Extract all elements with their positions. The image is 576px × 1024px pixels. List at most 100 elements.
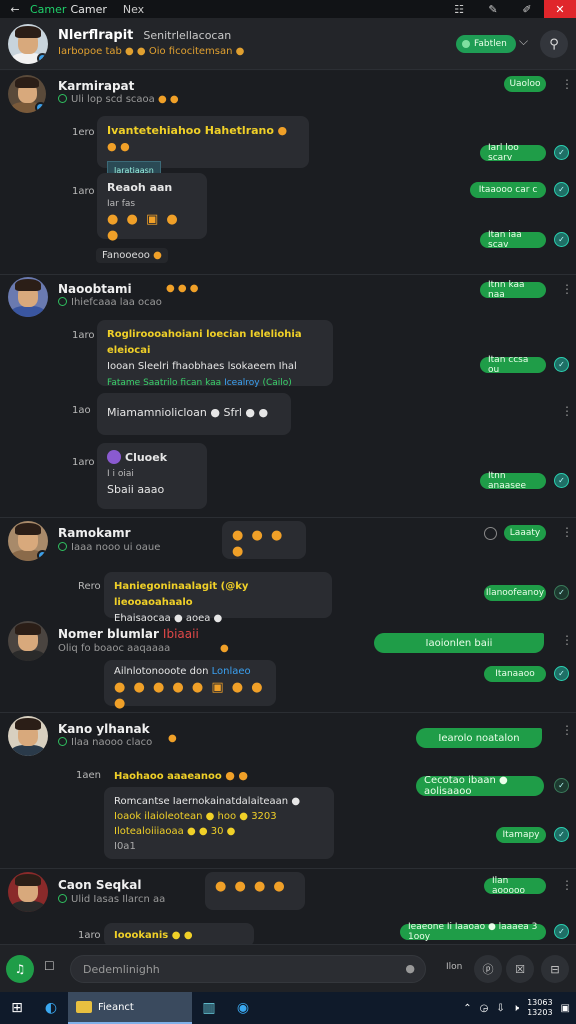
status-pill[interactable]: Laaaty <box>504 525 546 541</box>
check-circle-icon: ✓ <box>554 924 569 939</box>
check-icon <box>58 542 67 551</box>
message-bubble[interactable]: Ivantetehiahoo Hahetlrano ● ● ● Iaratiaa… <box>97 116 309 181</box>
reply-pill[interactable]: Ilan aooooo <box>484 876 546 896</box>
app-title-primary: Camer <box>30 2 67 16</box>
user-meta-text: Ilaa naooo claco <box>71 737 153 748</box>
status-pill[interactable]: Uaoloo <box>504 76 546 92</box>
attachment-chip[interactable]: Fanooeoo ● <box>96 248 168 263</box>
message-link[interactable]: Icealroy <box>224 378 260 388</box>
user-name[interactable]: Karmirapat <box>58 79 134 93</box>
reply-pill[interactable]: Itan iaa scav <box>480 230 546 250</box>
sent-message-bubble[interactable]: Iearolo noatalon <box>416 728 542 748</box>
message-title: Cluoek <box>107 450 197 466</box>
status-pill-button[interactable]: Fabtlen <box>456 35 516 53</box>
more-options-icon[interactable]: ⋮ <box>561 404 573 418</box>
browser-icon[interactable]: ◐ <box>34 992 68 1024</box>
message-link[interactable]: Fatame Saatrilo fican kaa <box>107 378 221 388</box>
reply-pill[interactable]: Ieaeone Ii Iaaoao ● laaaea 3 1ooy <box>400 922 546 942</box>
reaction-bubble[interactable]: ● ● ● ● <box>222 521 306 559</box>
more-options-icon[interactable]: ⋮ <box>561 282 573 296</box>
menu-item-next[interactable]: Nex <box>123 3 144 16</box>
taskbar-active-app[interactable]: Fieanct <box>68 992 192 1024</box>
message-link[interactable]: (Cailo) <box>262 378 291 388</box>
windows-start-icon[interactable]: ⊞ <box>0 992 34 1024</box>
reply-pill[interactable]: Itnn anaasee <box>480 471 546 491</box>
message-link[interactable]: Lonlaeo <box>212 666 251 677</box>
reaction-bubble[interactable]: ● ● ● ● <box>205 872 305 910</box>
avatar[interactable] <box>8 716 48 756</box>
emoji-row: ● ● ● ● ● ▣ ● ● ● <box>114 680 265 711</box>
reaction-icons: ● ● ● <box>166 283 199 294</box>
user-name[interactable]: Caon Seqkal <box>58 878 141 892</box>
message-bubble[interactable]: Rogliroooahoiani loecian Ieleliohia elei… <box>97 320 333 388</box>
user-name[interactable]: Nomer blumlar Ibiaaii <box>58 627 199 641</box>
network-icon[interactable]: ⇩ <box>496 1003 504 1014</box>
more-options-icon[interactable]: ⋮ <box>561 633 573 647</box>
more-options-icon[interactable]: ⋮ <box>561 77 573 91</box>
avatar[interactable] <box>8 75 46 113</box>
back-arrow-icon[interactable]: ← <box>0 3 30 16</box>
message-bubble[interactable]: Miamamniolicloan ● Sfrl ● ● <box>97 393 291 435</box>
chat-header: Nlerflrapit Senitrlellacocan Iarbopoe tab… <box>0 18 576 70</box>
message-input[interactable]: Dedemlinighh ● <box>70 955 426 983</box>
avatar[interactable] <box>8 872 48 912</box>
avatar[interactable] <box>8 621 48 661</box>
chevron-down-icon[interactable]: ⌵ <box>519 34 528 49</box>
edit-icon[interactable]: ✎ <box>476 0 510 18</box>
message-bubble[interactable]: Romcantse Iaernokainatdalaiteaan ● Ioaok… <box>104 787 334 859</box>
tray-chevron-icon[interactable]: ⌃ <box>463 1003 471 1014</box>
user-name[interactable]: Naoobtami <box>58 282 132 296</box>
more-options-icon[interactable]: ⋮ <box>561 525 573 539</box>
message-input-placeholder: Dedemlinighh <box>83 962 160 976</box>
message-subtitle: I i oiai <box>107 469 134 479</box>
sent-message-bubble[interactable]: Iaoionlen baii <box>374 633 544 653</box>
search-button[interactable]: ⚲ <box>540 30 568 58</box>
message-bubble[interactable]: Reaoh aan Iar fas ● ● ▣ ● ● <box>97 173 207 243</box>
contact-name: Nlerflrapit Senitrlellacocan <box>58 28 231 43</box>
sticker-button[interactable]: ☒ <box>506 955 534 983</box>
more-button[interactable]: ⊟ <box>541 955 569 983</box>
user-meta: Uli lop scd scaoa ● ● <box>58 94 179 105</box>
reply-pill[interactable]: Itaaooo car c <box>470 182 546 198</box>
notification-icon[interactable]: ▣ <box>561 1003 570 1014</box>
message-bubble[interactable]: Ailnlotonooote don Lonlaeo ● ● ● ● ● ▣ ●… <box>104 660 276 711</box>
microphone-icon[interactable]: ● <box>405 962 415 975</box>
message-bubble[interactable]: Ioookanis ● ● <box>104 923 254 944</box>
clock-icon[interactable]: ◶ <box>480 1003 489 1014</box>
reply-pill[interactable]: Ilanoofeanoy <box>484 585 546 601</box>
user-name[interactable]: Kano ylhanak <box>58 722 150 736</box>
reply-pill[interactable]: Iarl loo scarv <box>480 143 546 163</box>
message-feed[interactable]: Karmirapat Uli lop scd scaoa ● ● Uaoloo … <box>0 71 576 944</box>
app-title: Camer Camer <box>30 3 107 16</box>
close-icon[interactable]: ✕ <box>544 0 576 18</box>
gif-button[interactable]: ⓟ <box>474 955 502 983</box>
avatar[interactable] <box>8 277 48 317</box>
more-options-icon[interactable]: ⋮ <box>561 878 573 892</box>
store-icon[interactable]: ▥ <box>192 992 226 1024</box>
reply-pill[interactable]: Itanaaoo <box>484 666 546 682</box>
attach-button[interactable]: ♫ <box>6 955 34 983</box>
message-bubble[interactable]: Haniegoninaalagit (@ky lieooaoahaalo Eha… <box>104 572 332 624</box>
emoji-icon[interactable]: ☐ <box>44 959 55 973</box>
user-name[interactable]: Ramokamr <box>58 526 131 540</box>
avatar[interactable] <box>8 24 48 64</box>
message-bubble[interactable]: Haohaoo aaaeanoo ● ● ● ● <box>104 761 260 799</box>
message-time: 1ero <box>72 127 95 138</box>
clock[interactable]: 13063 13203 <box>527 998 552 1018</box>
avatar[interactable] <box>8 521 48 561</box>
message-composer: ♫ ☐ Dedemlinighh ● Ilon ⓟ ☒ ⊟ <box>0 944 576 992</box>
reply-pill[interactable]: Itnn kaa naa <box>480 280 546 300</box>
message-bubble[interactable]: Cluoek I i oiai Sbaii aaao <box>97 443 207 509</box>
taskbar: ⊞ ◐ Fieanct ▥ ◉ ⌃ ◶ ⇩ 🕨 13063 13203 ▣ <box>0 992 576 1024</box>
reply-pill[interactable]: Cecotao ibaan ● aolisaaoo <box>416 775 544 797</box>
user-meta-text: Uli lop scd scaoa <box>71 94 155 105</box>
reply-pill[interactable]: Itamapy <box>496 827 546 843</box>
message-time: 1aro <box>72 186 95 197</box>
mail-icon[interactable]: ◉ <box>226 992 260 1024</box>
grid-icon[interactable]: ☷ <box>442 0 476 18</box>
pen-icon[interactable]: ✐ <box>510 0 544 18</box>
more-options-icon[interactable]: ⋮ <box>561 723 573 737</box>
reply-pill[interactable]: Itan ccsa ou <box>480 355 546 375</box>
check-circle-icon: ✓ <box>554 827 569 842</box>
volume-icon[interactable]: 🕨 <box>513 1003 519 1014</box>
